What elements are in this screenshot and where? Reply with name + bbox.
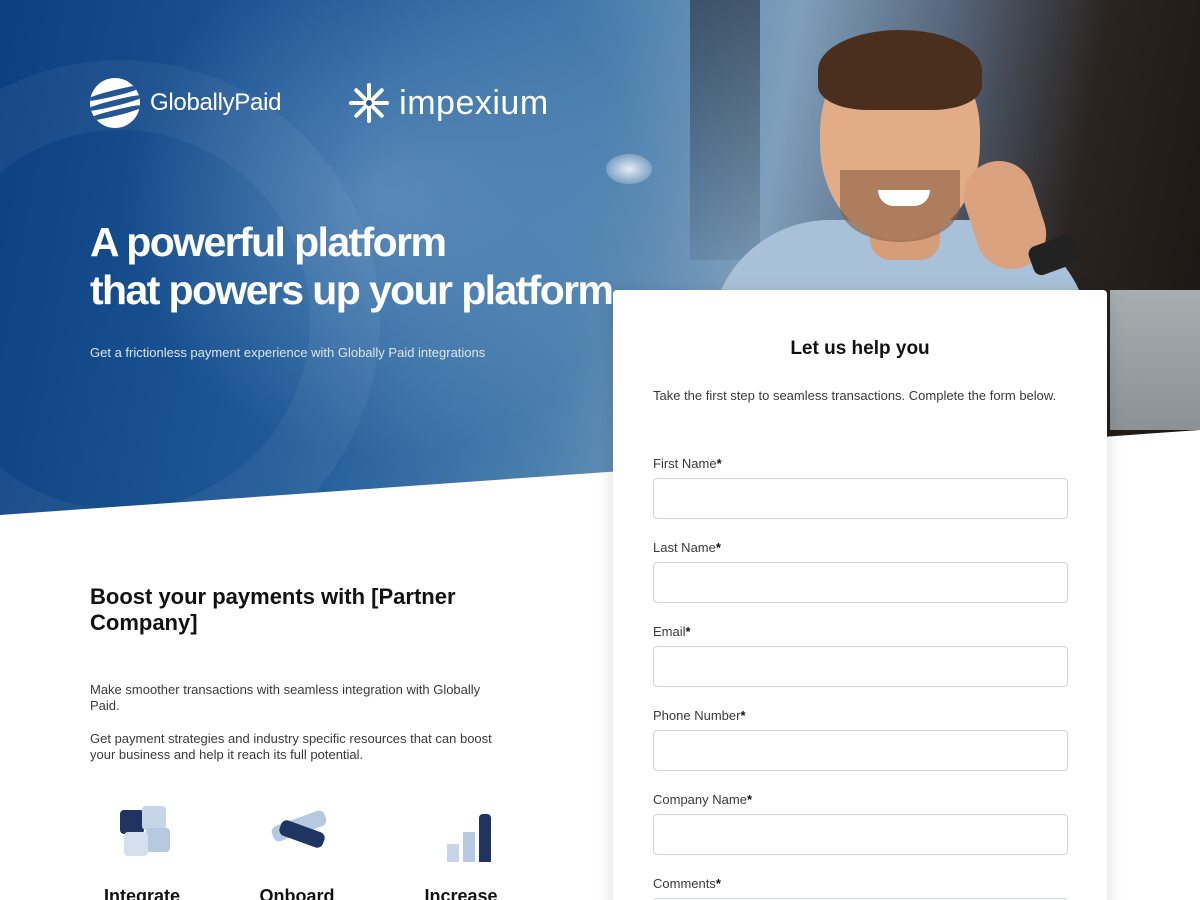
globallypaid-logo[interactable]: GloballyPaid xyxy=(90,78,281,128)
globallypaid-wordmark: GloballyPaid xyxy=(150,89,282,116)
first-name-input[interactable] xyxy=(653,478,1068,519)
hero-title-line-2: that powers up your platform xyxy=(90,267,614,313)
feature-onboard: Onboard xyxy=(242,800,352,900)
form-description: Take the first step to seamless transact… xyxy=(653,388,1057,403)
email-input[interactable] xyxy=(653,646,1068,687)
feature-increase: Increase xyxy=(406,800,516,900)
hero-photo-person xyxy=(700,20,1120,360)
phone-number-input[interactable] xyxy=(653,730,1068,771)
email-label: Email xyxy=(653,624,686,639)
first-name-field: First Name* xyxy=(653,456,1068,519)
email-field: Email* xyxy=(653,624,1068,687)
starburst-icon xyxy=(347,81,391,125)
required-marker: * xyxy=(715,876,721,891)
first-name-label: First Name xyxy=(653,456,717,471)
phone-number-field: Phone Number* xyxy=(653,708,1068,771)
hero-subtitle: Get a frictionless payment experience wi… xyxy=(90,345,486,360)
comments-label: Comments xyxy=(653,876,716,891)
required-marker: * xyxy=(715,540,721,555)
required-marker: * xyxy=(685,624,691,639)
comments-field: Comments* xyxy=(653,876,1068,900)
section-heading: Boost your payments with [Partner Compan… xyxy=(90,584,456,635)
last-name-label: Last Name xyxy=(653,540,716,555)
required-marker: * xyxy=(746,792,752,807)
phone-number-label: Phone Number xyxy=(653,708,741,723)
feature-list: Integrate Onboard Increase xyxy=(90,800,530,900)
puzzle-icon xyxy=(102,800,182,870)
contact-form-card: Let us help you Take the first step to s… xyxy=(613,290,1107,900)
form-title: Let us help you xyxy=(790,338,930,359)
hero-title-line-1: A powerful platform xyxy=(90,219,447,265)
hero-title: A powerful platform that powers up your … xyxy=(90,218,630,314)
required-marker: * xyxy=(740,708,746,723)
globe-icon xyxy=(90,78,140,128)
required-marker: * xyxy=(716,456,722,471)
company-name-label: Company Name xyxy=(653,792,747,807)
impexium-logo[interactable]: impexium xyxy=(347,81,548,125)
feature-integrate: Integrate xyxy=(87,800,197,900)
feature-label: Integrate xyxy=(103,886,181,900)
feature-label: Increase xyxy=(424,886,498,900)
section-paragraph-2: Get payment strategies and industry spec… xyxy=(90,731,492,762)
handshake-icon xyxy=(257,800,337,870)
impexium-wordmark: impexium xyxy=(399,83,549,122)
lamp-light xyxy=(606,154,652,184)
last-name-input[interactable] xyxy=(653,562,1068,603)
growth-chart-icon xyxy=(421,800,501,870)
company-name-input[interactable] xyxy=(653,814,1068,855)
section-paragraph-1: Make smoother transactions with seamless… xyxy=(90,682,481,713)
partner-logos: GloballyPaid impexium xyxy=(90,78,549,128)
company-name-field: Company Name* xyxy=(653,792,1068,855)
feature-label: Onboard xyxy=(259,886,335,900)
last-name-field: Last Name* xyxy=(653,540,1068,603)
